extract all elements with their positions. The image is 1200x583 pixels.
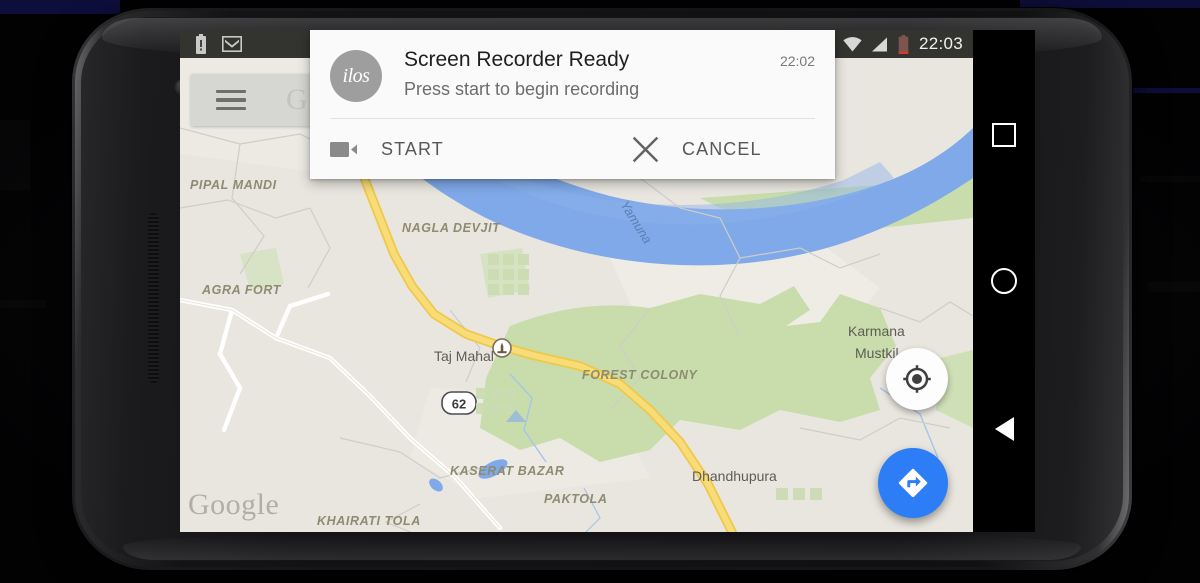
svg-text:62: 62 <box>452 397 466 412</box>
square-icon <box>992 123 1016 147</box>
status-bar-left-icons <box>180 34 242 54</box>
directions-fab[interactable] <box>878 448 948 518</box>
app-avatar-label: ilos <box>342 64 370 87</box>
notification-card[interactable]: ilos Screen Recorder Ready Press start t… <box>310 30 835 179</box>
recents-button[interactable] <box>973 104 1035 166</box>
notification-text-block: Screen Recorder Ready Press start to beg… <box>404 48 766 101</box>
my-location-fab[interactable] <box>886 348 948 410</box>
my-location-icon <box>903 365 931 393</box>
cancel-action-label: CANCEL <box>682 138 762 159</box>
wifi-icon <box>843 36 862 51</box>
phone-screen: 62 PIPAL MANDI NAGLA DEVJIT AGRA FORT FO… <box>180 30 1035 532</box>
android-display: 62 PIPAL MANDI NAGLA DEVJIT AGRA FORT FO… <box>180 30 973 532</box>
speaker-grille-icon <box>148 213 159 383</box>
gmail-icon <box>222 36 242 52</box>
notification-actions: START CANCEL <box>310 119 835 179</box>
battery-alert-icon <box>196 34 206 54</box>
bezel-gloss-bottom <box>122 534 1082 560</box>
back-button[interactable] <box>973 398 1035 460</box>
cell-signal-icon <box>871 37 887 51</box>
notification-title: Screen Recorder Ready <box>404 48 630 71</box>
home-button[interactable] <box>973 250 1035 312</box>
notification-subtitle: Press start to begin recording <box>404 79 640 100</box>
status-bar-right-icons: 22:03 <box>843 30 963 58</box>
close-x-icon <box>632 136 659 162</box>
cancel-action-button[interactable]: CANCEL <box>612 119 762 179</box>
app-avatar: ilos <box>330 50 382 102</box>
status-bar-clock: 22:03 <box>918 34 963 53</box>
battery-low-icon <box>898 34 909 54</box>
search-input[interactable]: G <box>286 83 308 117</box>
directions-arrow-icon <box>898 468 928 498</box>
hamburger-menu-icon[interactable] <box>216 90 246 110</box>
circle-icon <box>991 268 1017 294</box>
notification-timestamp: 22:02 <box>779 53 815 69</box>
start-action-label: START <box>381 138 444 159</box>
triangle-back-icon <box>994 417 1014 441</box>
google-watermark: Google <box>188 488 280 521</box>
start-action-button[interactable]: START <box>310 119 612 179</box>
notification-header: ilos Screen Recorder Ready Press start t… <box>310 30 835 118</box>
videocam-icon <box>330 141 357 157</box>
android-navigation-bar <box>973 30 1035 532</box>
